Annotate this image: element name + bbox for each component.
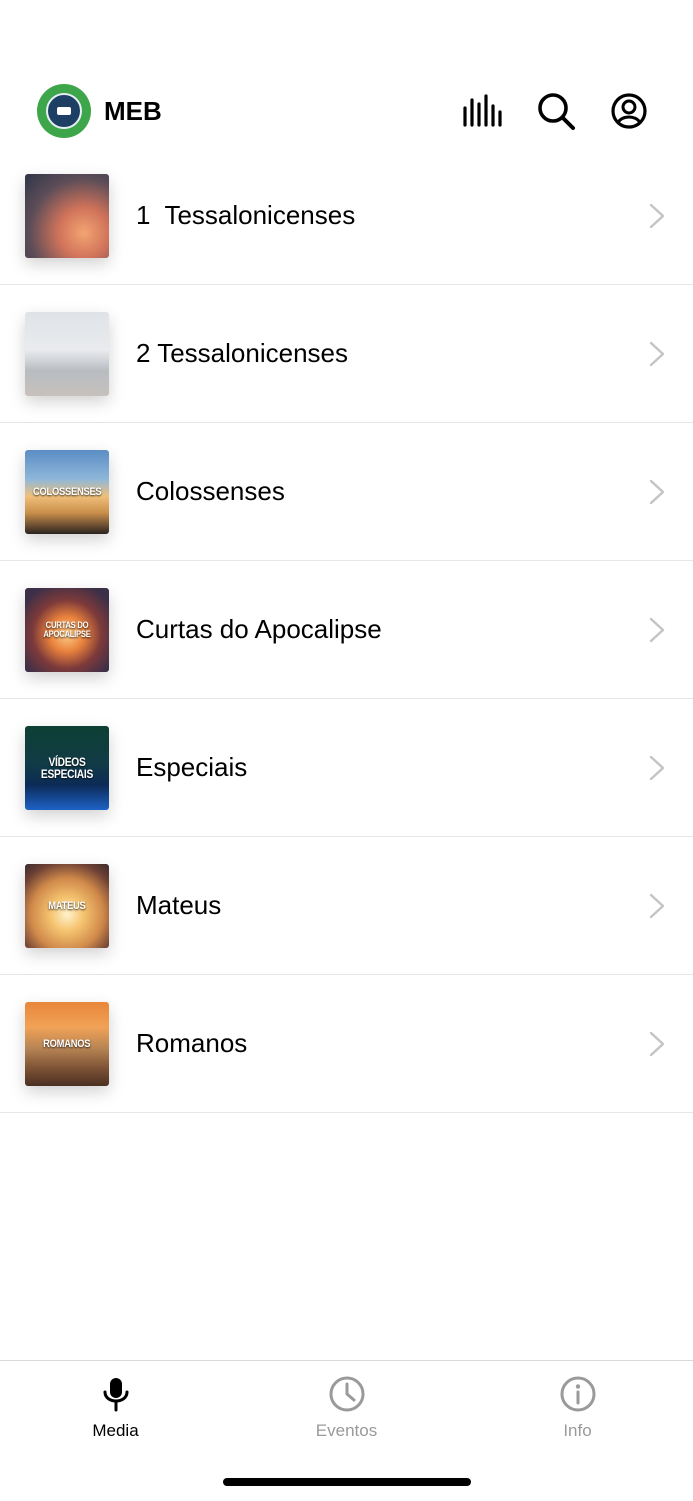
series-title: 2 Tessalonicenses — [136, 338, 348, 368]
series-title: Mateus — [136, 890, 222, 920]
series-title: 1 Tessalonicenses — [136, 200, 356, 230]
app-logo — [37, 84, 91, 138]
series-thumbnail: ROMANOS — [25, 1002, 109, 1086]
series-title: Romanos — [136, 1028, 248, 1058]
chevron-right-icon — [649, 617, 665, 643]
app-title: MEB — [104, 96, 162, 126]
chevron-right-icon — [649, 755, 665, 781]
series-thumbnail: VÍDEOS ESPECIAIS — [25, 726, 109, 810]
tab-label: Eventos — [315, 1421, 378, 1440]
series-title: Colossenses — [136, 476, 285, 506]
chevron-right-icon — [649, 341, 665, 367]
series-list: 1 Tessalonicenses 2 Tessalonicenses COLO… — [0, 147, 693, 1113]
series-thumbnail: MATEUS — [25, 864, 109, 948]
list-item[interactable]: 1 Tessalonicenses — [0, 147, 693, 285]
series-title: Curtas do Apocalipse — [136, 614, 382, 644]
tab-label: Info — [563, 1421, 592, 1440]
series-thumbnail: CURTAS DO APOCALIPSE — [25, 588, 109, 672]
app-header: MEB — [0, 76, 693, 146]
chevron-right-icon — [649, 893, 665, 919]
tab-info[interactable]: Info — [462, 1361, 693, 1451]
series-title: Especiais — [136, 752, 248, 782]
list-item[interactable]: VÍDEOS ESPECIAIS Especiais — [0, 699, 693, 837]
chevron-right-icon — [649, 203, 665, 229]
list-item[interactable]: 2 Tessalonicenses — [0, 285, 693, 423]
tab-media[interactable]: Media — [0, 1361, 231, 1451]
tab-eventos[interactable]: Eventos — [231, 1361, 462, 1451]
search-icon[interactable] — [535, 90, 577, 132]
chevron-right-icon — [649, 1031, 665, 1057]
list-item[interactable]: CURTAS DO APOCALIPSE Curtas do Apocalips… — [0, 561, 693, 699]
equalizer-icon[interactable] — [460, 90, 502, 132]
microphone-icon — [96, 1374, 136, 1414]
list-item[interactable]: MATEUS Mateus — [0, 837, 693, 975]
info-icon — [558, 1374, 598, 1414]
series-thumbnail — [25, 312, 109, 396]
tab-label: Media — [92, 1421, 139, 1440]
account-icon[interactable] — [608, 90, 650, 132]
home-indicator — [223, 1478, 471, 1486]
series-thumbnail — [25, 174, 109, 258]
series-thumbnail: COLOSSENSES — [25, 450, 109, 534]
chevron-right-icon — [649, 479, 665, 505]
clock-icon — [327, 1374, 367, 1414]
list-item[interactable]: ROMANOS Romanos — [0, 975, 693, 1113]
list-item[interactable]: COLOSSENSES Colossenses — [0, 423, 693, 561]
